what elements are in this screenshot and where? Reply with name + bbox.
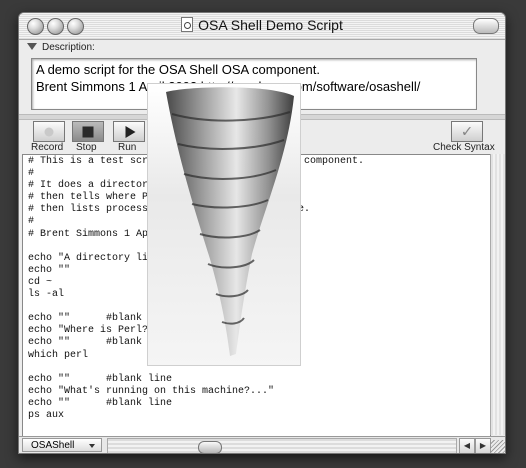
run-icon bbox=[125, 125, 136, 138]
resize-grip-icon[interactable] bbox=[491, 440, 505, 453]
horizontal-scrollbar[interactable] bbox=[107, 438, 457, 453]
tornado-image bbox=[147, 83, 301, 366]
language-popup-value: OSAShell bbox=[31, 440, 75, 451]
description-disclosure[interactable]: Description: bbox=[27, 42, 95, 53]
scroll-right-icon[interactable]: ▶ bbox=[475, 438, 491, 453]
run-label: Run bbox=[118, 142, 137, 153]
check-syntax-icon: ✓ bbox=[460, 123, 474, 140]
disclosure-triangle-icon[interactable] bbox=[27, 43, 37, 50]
description-label: Description: bbox=[42, 42, 95, 53]
script-document-icon bbox=[181, 17, 194, 32]
record-label: Record bbox=[31, 142, 64, 153]
scroll-thumb[interactable] bbox=[198, 441, 222, 453]
tornado-funnel bbox=[166, 87, 294, 357]
toolbar-toggle-button[interactable] bbox=[473, 18, 499, 34]
check-syntax-button[interactable]: ✓ bbox=[451, 121, 483, 142]
description-line: A demo script for the OSA Shell OSA comp… bbox=[36, 62, 320, 77]
stop-button[interactable] bbox=[72, 121, 104, 142]
check-syntax-label: Check Syntax bbox=[433, 142, 495, 153]
scroll-left-icon[interactable]: ◀ bbox=[459, 438, 475, 453]
bottom-bar: OSAShell ◀ ▶ bbox=[19, 436, 505, 453]
run-button[interactable] bbox=[113, 121, 145, 142]
stop-label: Stop bbox=[76, 142, 97, 153]
record-button[interactable] bbox=[33, 121, 65, 142]
stop-icon bbox=[82, 126, 94, 137]
window-title-text: OSA Shell Demo Script bbox=[198, 17, 343, 33]
record-icon bbox=[44, 127, 54, 136]
vertical-scrollbar[interactable] bbox=[490, 154, 505, 435]
window-title: OSA Shell Demo Script bbox=[19, 17, 505, 33]
title-bar[interactable]: OSA Shell Demo Script bbox=[19, 13, 505, 40]
popup-arrow-icon bbox=[89, 444, 95, 448]
language-popup[interactable]: OSAShell bbox=[22, 438, 102, 452]
